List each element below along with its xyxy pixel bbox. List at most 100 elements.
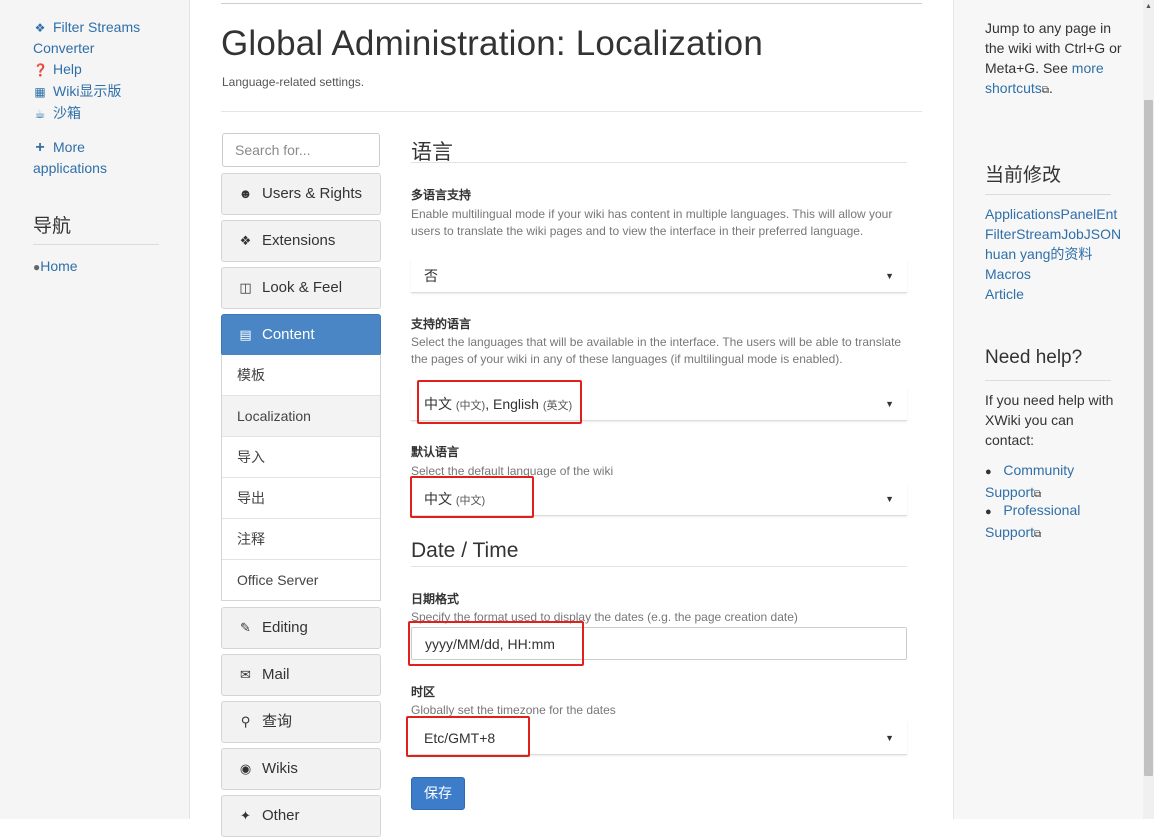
professional-support-link[interactable]: Professional Support⧉ [985,502,1080,540]
pencil-icon: ✎ [240,620,251,635]
app-link-help[interactable]: ❓ Help [33,59,82,80]
applications-panel: ❖ Filter Streams Converter ❓ Help ▦ Wiki显示版… [0,0,190,819]
app-link-wiki-display[interactable]: ▦ Wiki显示版 [33,81,121,102]
recent-changes-heading: 当前修改 [985,165,1062,186]
menu-label: Look & Feel [262,279,343,296]
menu-content[interactable]: ▤ Content [221,314,381,356]
link-text: Community [1003,462,1075,478]
recent-change-link[interactable]: ApplicationsPanelEnt [985,204,1117,224]
divider [985,194,1111,195]
search-icon: ⚲ [240,714,251,729]
admin-search-input[interactable] [222,133,380,167]
divider [33,244,159,245]
menu-label: Other [262,807,300,824]
more-applications-link[interactable]: + More applications [33,137,107,178]
grid-icon: ▦ [34,85,46,99]
supported-languages-label: 支持的语言 [411,317,472,331]
submenu-item-office-server[interactable]: Office Server [222,560,380,601]
need-help-heading: Need help? [985,347,1083,368]
divider [221,111,922,112]
caret-down-icon: ▼ [885,733,894,743]
caret-down-icon: ▼ [885,271,894,281]
shortcuts-tip: Jump to any page in the wiki with Ctrl+G… [985,18,1125,101]
menu-label: Users & Rights [262,185,363,202]
menu-label: Extensions [262,232,336,249]
bullet-icon: ● [985,466,992,478]
submenu-item-export[interactable]: 导出 [222,478,380,519]
scrollbar-thumb[interactable] [1144,100,1153,776]
multilingual-select[interactable]: 否 ▼ [411,259,907,293]
divider [411,162,907,163]
annotation-highlight [406,716,530,757]
right-panel: Jump to any page in the wiki with Ctrl+G… [953,0,1143,819]
recent-change-link[interactable]: huan yang的资料 [985,244,1092,264]
app-label: Filter Streams [53,19,141,35]
menu-editing[interactable]: ✎ Editing [221,607,381,649]
page-title: Global Administration: Localization [221,24,764,63]
question-circle-icon: ❓ [33,63,48,77]
nav-home-label: Home [40,258,78,274]
file-icon: ▤ [239,327,252,342]
envelope-icon: ✉ [240,667,251,682]
save-button[interactable]: 保存 [411,777,465,810]
recent-change-link[interactable]: Macros [985,264,1031,284]
caret-down-icon: ▼ [885,494,894,504]
submenu-item-templates[interactable]: 模板 [222,355,380,396]
annotation-highlight [417,380,582,424]
app-label: Help [53,61,82,77]
nav-home-link[interactable]: ●Home [33,256,78,277]
submenu-item-annotations[interactable]: 注释 [222,519,380,560]
menu-label: Content [262,326,315,343]
page-subtitle: Language-related settings. [222,75,365,89]
link-text: Support [985,484,1035,500]
top-border [221,3,922,4]
divider [411,566,907,567]
datetime-section-heading: Date / Time [411,539,519,562]
bullet-icon: ● [985,506,992,518]
caret-down-icon: ▼ [885,399,894,409]
globe-icon: ◉ [239,761,252,776]
app-label: 沙箱 [53,105,81,121]
date-format-label: 日期格式 [411,592,460,606]
multilingual-hint: Enable multilingual mode if your wiki ha… [411,207,893,238]
community-support-link[interactable]: Community Support⧉ [985,462,1074,500]
app-link-sandbox[interactable]: ☕ 沙箱 [33,103,81,124]
app-label-cont: Converter [33,40,95,56]
shortcuts-end: . [1048,80,1053,96]
puzzle-icon: ❖ [34,21,46,35]
menu-query[interactable]: ⚲ 查询 [221,701,381,743]
app-link-filter-streams[interactable]: ❖ Filter Streams Converter [33,17,140,58]
submenu-item-import[interactable]: 导入 [222,437,380,478]
submenu-item-localization[interactable]: Localization [222,396,380,437]
link-text: Support [985,524,1035,540]
help-list-item: ● Community Support⧉ [985,460,1125,505]
menu-extensions[interactable]: ❖ Extensions [221,220,381,262]
menu-label: Mail [262,666,290,683]
users-icon: ☻ [238,186,253,201]
menu-label: Editing [262,619,308,636]
menu-label: 查询 [262,713,293,730]
divider [985,380,1111,381]
help-list-item: ● Professional Support⧉ [985,500,1125,545]
content-submenu: 模板 Localization 导入 导出 注释 Office Server [221,355,381,601]
plus-icon: + [35,139,45,156]
recent-change-link[interactable]: Article [985,284,1024,304]
columns-icon: ◫ [239,280,252,295]
menu-look-feel[interactable]: ◫ Look & Feel [221,267,381,309]
external-link-icon: ⧉ [1034,489,1042,500]
menu-label: Wikis [262,760,298,777]
app-label-cont: applications [33,160,107,176]
app-label: Wiki显示版 [53,83,122,99]
link-text: Professional [1003,502,1081,518]
menu-users-rights[interactable]: ☻ Users & Rights [221,173,381,215]
external-link-icon: ⧉ [1041,85,1049,96]
menu-mail[interactable]: ✉ Mail [221,654,381,696]
recent-change-link[interactable]: FilterStreamJobJSON [985,224,1121,244]
supported-languages-hint: Select the languages that will be availa… [411,335,902,366]
menu-other[interactable]: ✦ Other [221,795,381,837]
scroll-up-icon[interactable]: ▲ [1143,0,1154,14]
help-text: If you need help with XWiki you can cont… [985,392,1114,448]
external-link-icon: ⧉ [1034,529,1042,540]
scrollbar[interactable]: ▲ [1143,0,1154,819]
menu-wikis[interactable]: ◉ Wikis [221,748,381,790]
